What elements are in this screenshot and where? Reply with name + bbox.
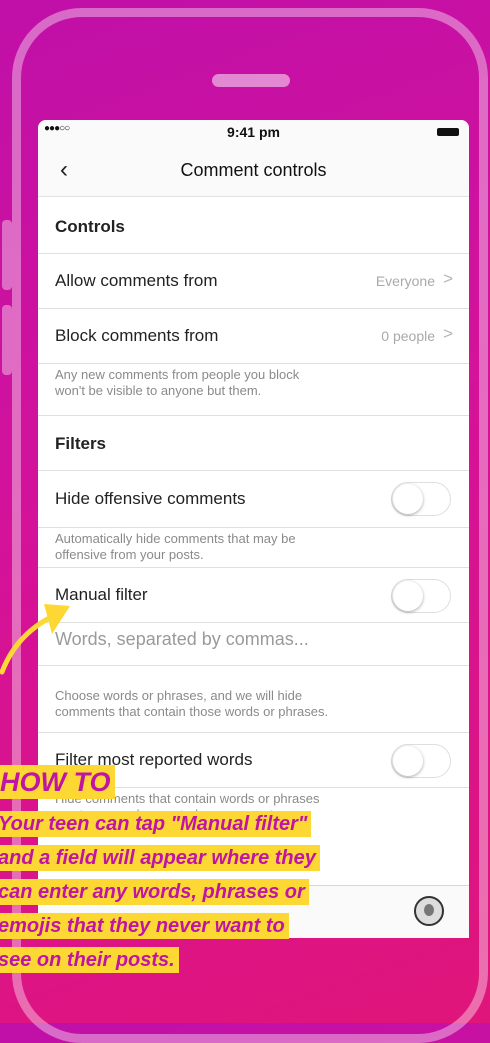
phone-side-button	[2, 305, 12, 375]
block-description: Any new comments from people you block w…	[38, 363, 469, 415]
row-value: 0 people	[381, 328, 435, 344]
annotation-title-text: HOW TO	[0, 765, 115, 799]
toggle-knob	[393, 484, 423, 514]
row-label: Hide offensive comments	[55, 489, 246, 508]
annotation-line-text: emojis that they never want to	[0, 913, 289, 939]
section-header-label: Controls	[55, 217, 125, 236]
section-header-controls: Controls	[38, 197, 469, 253]
annotation-line-text: and a field will appear where they	[0, 845, 320, 871]
page-title: Comment controls	[180, 160, 327, 180]
toggle-knob	[393, 746, 423, 776]
description-line: Hide comments that contain words or phra…	[55, 791, 320, 806]
chevron-right-icon: >	[443, 324, 453, 343]
annotation-line: and a field will appear where they	[0, 845, 320, 871]
row-label: Block comments from	[55, 326, 219, 345]
chevron-right-icon: >	[443, 269, 453, 288]
nav-bar: ‹ Comment controls	[38, 146, 469, 197]
phone-side-button	[2, 220, 12, 290]
hide-offensive-toggle[interactable]	[391, 482, 451, 516]
manual-filter-input[interactable]: Words, separated by commas...	[38, 622, 469, 665]
annotation-line-text: see on their posts.	[0, 947, 179, 973]
manual-filter-toggle[interactable]	[391, 579, 451, 613]
toggle-knob	[393, 581, 423, 611]
status-time: 9:41 pm	[227, 124, 280, 140]
annotation-line: emojis that they never want to	[0, 913, 289, 939]
most-reported-toggle[interactable]	[391, 744, 451, 778]
arrow-icon	[0, 604, 70, 675]
profile-avatar-icon[interactable]	[414, 896, 444, 926]
description-line: won't be visible to anyone but them.	[55, 383, 262, 398]
row-value: Everyone	[375, 273, 435, 289]
annotation-line: see on their posts.	[0, 947, 179, 973]
description-line: offensive from your posts.	[55, 547, 204, 562]
description-line: comments that contain those words or phr…	[55, 704, 329, 719]
row-label: Allow comments from	[55, 271, 218, 290]
hide-offensive-description: Automatically hide comments that may be …	[38, 527, 469, 567]
annotation-line-text: can enter any words, phrases or	[0, 879, 309, 905]
annotation-line-text: Your teen can tap "Manual filter"	[0, 811, 312, 837]
annotation-line: Your teen can tap "Manual filter"	[0, 811, 312, 837]
annotation-title: HOW TO	[0, 765, 115, 799]
allow-comments-row[interactable]: Allow comments from Everyone >	[38, 253, 469, 308]
phone-speaker	[212, 74, 290, 87]
status-bar: ●●●○○ 9:41 pm	[38, 120, 469, 146]
description-line: Any new comments from people you block	[55, 367, 300, 382]
manual-filter-row: Manual filter	[38, 567, 469, 622]
hide-offensive-row: Hide offensive comments	[38, 470, 469, 527]
description-line: Automatically hide comments that may be	[55, 531, 296, 546]
block-comments-row[interactable]: Block comments from 0 people >	[38, 308, 469, 363]
battery-icon	[437, 128, 459, 136]
section-header-filters: Filters	[38, 415, 469, 470]
section-header-label: Filters	[55, 434, 107, 453]
input-placeholder: Words, separated by commas...	[55, 629, 309, 649]
description-line: Choose words or phrases, and we will hid…	[55, 688, 303, 703]
manual-filter-description: Choose words or phrases, and we will hid…	[38, 665, 469, 732]
annotation-line: can enter any words, phrases or	[0, 879, 309, 905]
